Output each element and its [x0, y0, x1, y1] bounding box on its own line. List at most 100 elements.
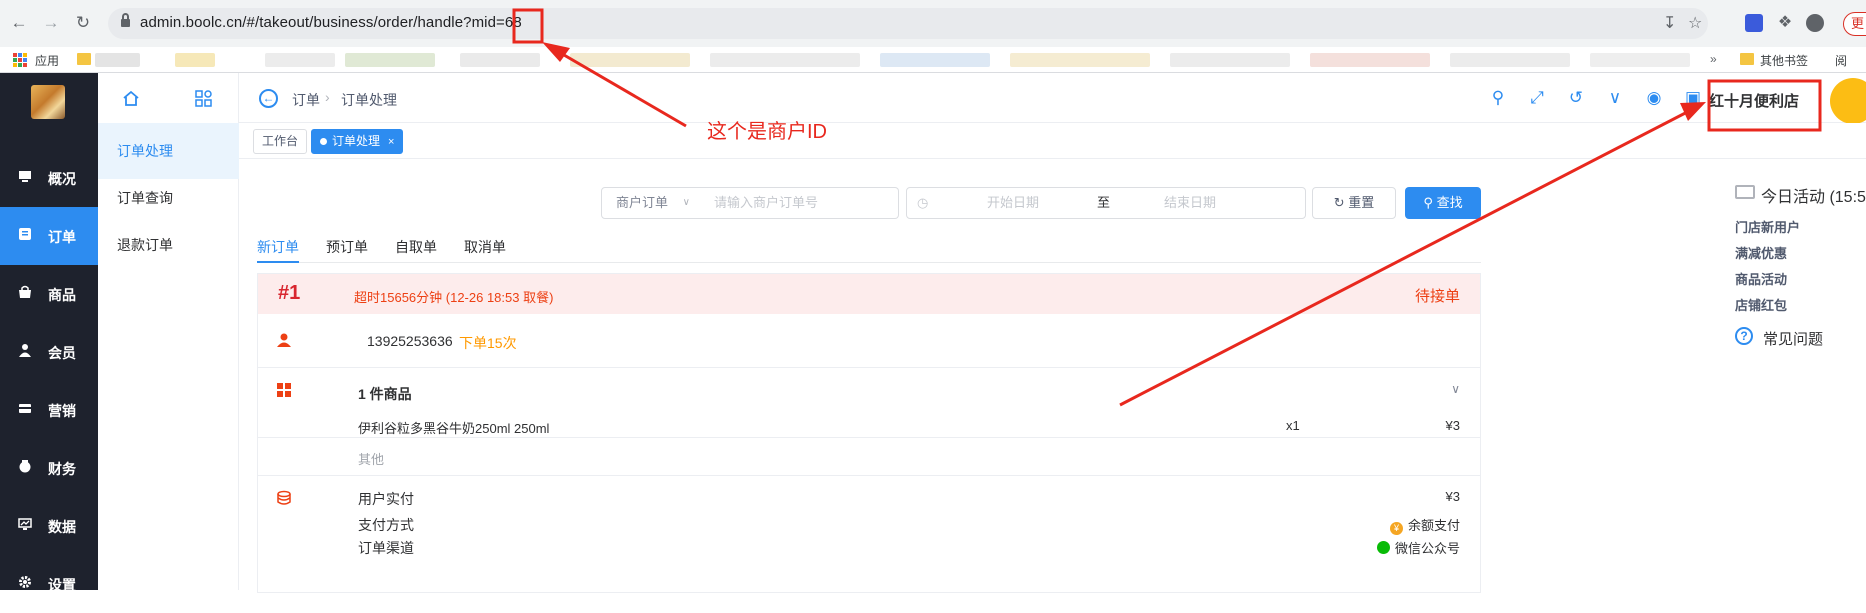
eye-icon[interactable]: ◉	[1644, 88, 1664, 108]
address-bar[interactable]: admin.boolc.cn/#/takeout/business/order/…	[108, 8, 1708, 39]
breadcrumb-orders[interactable]: 订单	[292, 90, 320, 110]
sidebar-item-order[interactable]: 订单	[0, 207, 98, 265]
subnav-refund-orders[interactable]: 退款订单	[98, 217, 239, 273]
end-date-input[interactable]: 结束日期	[1164, 188, 1216, 218]
apps-switch-icon[interactable]	[195, 90, 213, 107]
home-icon[interactable]	[122, 90, 140, 107]
faq-link[interactable]: ? 常见问题	[1735, 327, 1866, 349]
tag-workbench[interactable]: 工作台	[253, 129, 308, 154]
blurred-bookmark	[710, 53, 860, 67]
customer-phone[interactable]: 13925253636	[367, 333, 453, 349]
order-number: #1	[278, 282, 301, 304]
order-number-input[interactable]: 请输入商户订单号	[700, 187, 899, 219]
install-icon[interactable]: ↧	[1663, 13, 1676, 33]
activity-item[interactable]: 商品活动	[1735, 269, 1787, 288]
blurred-bookmark	[1170, 53, 1290, 67]
search-button[interactable]: ⚲ 查找	[1405, 187, 1481, 219]
sidebar-item-member[interactable]: 会员	[0, 323, 98, 381]
folder-icon	[77, 53, 91, 65]
blurred-bookmark	[1450, 53, 1570, 67]
sidebar-item-label: 商品	[48, 287, 76, 303]
blurred-bookmark	[1590, 53, 1690, 67]
sidebar-item-label: 会员	[48, 345, 76, 361]
marketing-icon	[19, 404, 31, 413]
refresh-icon[interactable]: ↺	[1566, 88, 1586, 108]
sidebar-item-data[interactable]: 数据	[0, 497, 98, 555]
chevron-down-icon: ∨	[682, 197, 690, 208]
reset-label: 重置	[1348, 195, 1375, 210]
pay-method-label: 支付方式	[358, 517, 414, 533]
blurred-bookmark	[1310, 53, 1430, 67]
coin-icon: ¥	[1389, 522, 1403, 535]
calendar-icon	[1735, 185, 1755, 199]
update-button[interactable]: 更	[1843, 12, 1866, 36]
sidebar-item-marketing[interactable]: 营销	[0, 381, 98, 439]
sidebar-item-finance[interactable]: 财务	[0, 439, 98, 497]
channel-label: 订单渠道	[358, 540, 414, 556]
range-separator: 至	[1097, 195, 1111, 210]
puzzle-icon[interactable]: ❖	[1776, 14, 1794, 32]
activity-item[interactable]: 门店新用户	[1735, 217, 1800, 236]
fullscreen-icon[interactable]: ⤢	[1527, 88, 1547, 108]
tab-pickup-orders[interactable]: 自取单	[395, 237, 437, 257]
other-row: 其他	[258, 438, 1480, 476]
search-icon[interactable]: ⚲	[1488, 88, 1508, 108]
pay-method-text: 余额支付	[1407, 518, 1460, 533]
activity-item[interactable]: 满减优惠	[1735, 243, 1787, 262]
tag-order-handle[interactable]: 订单处理 ×	[311, 129, 404, 154]
channel-value: 微信公众号	[1376, 538, 1460, 557]
back-circle-icon[interactable]: ←	[259, 89, 278, 108]
order-overtime: 超时15656分钟 (12-26 18:53 取餐)	[354, 290, 554, 305]
tab-active-indicator	[257, 261, 299, 263]
tab-cancelled-orders[interactable]: 取消单	[464, 237, 506, 257]
order-count: 下单15次	[459, 335, 517, 351]
sidebar-item-label: 数据	[48, 519, 76, 535]
back-arrow-icon[interactable]: ←	[8, 12, 30, 34]
url-text[interactable]: admin.boolc.cn/#/takeout/business/order/…	[140, 14, 522, 31]
forward-arrow-icon[interactable]: →	[40, 12, 62, 34]
other-bookmarks[interactable]: 其他书签	[1760, 52, 1808, 69]
sidebar-item-overview[interactable]: 概况	[0, 149, 98, 207]
reading-list[interactable]: 阅	[1835, 52, 1847, 69]
close-icon[interactable]: ×	[388, 136, 394, 148]
order-type-select[interactable]: 商户订单 ∨	[601, 187, 701, 219]
finance-icon	[19, 460, 31, 473]
sub-sidebar: 订单处理 订单查询 退款订单	[98, 73, 239, 590]
activity-panel: 今日活动 (15:50) 门店新用户 满减优惠 商品活动 店铺红包 ? 常见问题	[1735, 179, 1866, 379]
sidebar-item-label: 概况	[48, 171, 76, 187]
monitor-icon[interactable]: ▣	[1683, 88, 1703, 108]
overview-icon	[19, 171, 31, 182]
extension-icon[interactable]	[1745, 14, 1763, 32]
more-bookmarks-icon[interactable]: »	[1710, 52, 1717, 66]
chevron-down-circle-icon[interactable]: ∨	[1605, 88, 1625, 108]
blurred-bookmark	[570, 53, 690, 67]
tag-dot-icon	[320, 138, 327, 145]
blurred-bookmark	[175, 53, 215, 67]
sidebar-item-label: 财务	[48, 461, 76, 477]
browser-toolbar: ← → ↻ admin.boolc.cn/#/takeout/business/…	[0, 0, 1866, 47]
date-range-picker[interactable]: ◷ 开始日期 至 结束日期	[906, 187, 1306, 219]
grid-icon	[277, 383, 291, 397]
apps-label[interactable]: 应用	[35, 52, 59, 69]
apps-grid-icon[interactable]	[13, 53, 27, 67]
sidebar-item-goods[interactable]: 商品	[0, 265, 98, 323]
chevron-down-icon[interactable]: ∨	[1451, 382, 1460, 396]
blurred-bookmark	[95, 53, 140, 67]
tab-new-orders[interactable]: 新订单	[257, 237, 299, 257]
profile-icon[interactable]	[1806, 14, 1824, 32]
star-icon[interactable]: ☆	[1688, 13, 1702, 33]
sidebar-item-settings[interactable]: 设置	[0, 555, 98, 613]
avatar[interactable]	[1830, 78, 1866, 124]
reset-button[interactable]: ↻ 重置	[1312, 187, 1396, 219]
store-name[interactable]: 红十月便利店	[1709, 90, 1799, 111]
reload-icon[interactable]: ↻	[72, 12, 94, 34]
annotation-label: 这个是商户ID	[707, 121, 827, 143]
breadcrumb-current: 订单处理	[341, 92, 397, 108]
goods-row: 1 件商品 ∨ 伊利谷粒多黑谷牛奶250ml 250ml x1 ¥3	[258, 368, 1480, 438]
goods-name: 伊利谷粒多黑谷牛奶250ml 250ml	[358, 421, 550, 436]
start-date-input[interactable]: 开始日期	[987, 188, 1039, 218]
goods-icon	[19, 285, 31, 298]
activity-item[interactable]: 店铺红包	[1735, 295, 1787, 314]
wechat-icon	[1376, 541, 1390, 554]
tab-pre-orders[interactable]: 预订单	[326, 237, 368, 257]
